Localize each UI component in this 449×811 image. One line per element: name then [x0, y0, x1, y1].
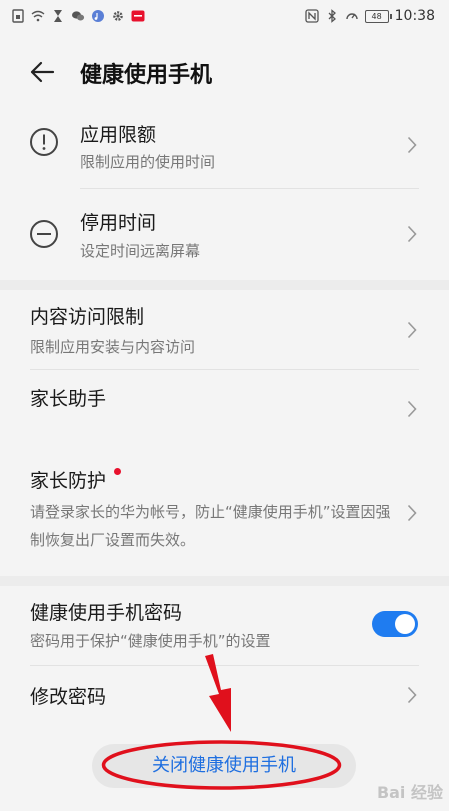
page-header: 健康使用手机: [0, 44, 449, 100]
chevron-right-icon: [407, 504, 417, 522]
settings-gear-icon: [113, 11, 123, 21]
chevron-right-icon: [407, 686, 417, 704]
watermark-logo: Bai 经验: [376, 783, 443, 802]
clock: 10:38: [394, 8, 435, 24]
menu-item-title: 家长助手: [30, 388, 107, 410]
nfc-icon: [304, 9, 319, 23]
chevron-right-icon: [407, 400, 417, 418]
menu-item-downtime[interactable]: 停用时间 设定时间远离屏幕: [0, 198, 449, 278]
status-icons-left: [11, 9, 145, 23]
menu-item-app-limits[interactable]: 应用限额 限制应用的使用时间: [0, 110, 449, 188]
hourglass-icon: [54, 10, 62, 22]
menu-item-title: 停用时间: [80, 212, 157, 234]
menu-item-subtitle: 限制应用安装与内容访问: [30, 338, 196, 356]
status-bar: 48 10:38: [0, 0, 449, 36]
menu-item-change-password[interactable]: 修改密码: [0, 666, 449, 726]
sim-icon: [12, 9, 24, 23]
menu-item-title: 家长防护: [30, 466, 122, 493]
menu-item-content-restrictions[interactable]: 内容访问限制 限制应用安装与内容访问: [0, 292, 449, 368]
menu-item-title: 内容访问限制: [30, 306, 145, 328]
music-icon: [92, 10, 104, 22]
alert-circle-icon: [30, 128, 58, 156]
menu-item-subtitle: 密码用于保护“健康使用手机”的设置: [30, 632, 271, 650]
battery-indicator: 48: [364, 9, 392, 23]
wechat-icon: [72, 11, 85, 21]
toggle-knob: [395, 614, 415, 634]
section-separator: [0, 576, 449, 586]
app-badge-icon: [131, 10, 145, 22]
speedometer-icon: [345, 13, 358, 20]
page-title: 健康使用手机: [80, 63, 213, 88]
menu-item-subtitle: 限制应用的使用时间: [80, 153, 216, 171]
menu-item-parent-assistant[interactable]: 家长助手: [0, 370, 449, 456]
chevron-right-icon: [407, 136, 417, 154]
menu-item-parental-protection[interactable]: 家长防护 请登录家长的华为帐号，防止“健康使用手机”设置因强制恢复出厂设置而失效…: [0, 456, 449, 574]
menu-item-title: 健康使用手机密码: [30, 602, 183, 624]
section-separator: [0, 280, 449, 290]
password-toggle[interactable]: [372, 611, 418, 637]
menu-item-subtitle: 设定时间远离屏幕: [80, 242, 201, 260]
divider: [80, 188, 419, 189]
status-icons-right: 48 10:38: [304, 8, 435, 24]
wifi-icon: [31, 10, 45, 22]
notification-dot: [114, 468, 122, 475]
chevron-right-icon: [407, 225, 417, 243]
menu-item-password: 健康使用手机密码 密码用于保护“健康使用手机”的设置: [0, 588, 449, 664]
menu-item-title-text: 家长防护: [30, 470, 107, 492]
menu-item-subtitle: 请登录家长的华为帐号，防止“健康使用手机”设置因强制恢复出厂设置而失效。: [30, 503, 391, 549]
disable-health-button[interactable]: 关闭健康使用手机: [92, 744, 356, 788]
bluetooth-icon: [328, 9, 336, 23]
chevron-right-icon: [407, 321, 417, 339]
minus-circle-icon: [30, 220, 58, 248]
menu-item-title: 应用限额: [80, 124, 157, 146]
menu-item-title: 修改密码: [30, 686, 107, 708]
back-arrow-icon[interactable]: [28, 58, 56, 86]
